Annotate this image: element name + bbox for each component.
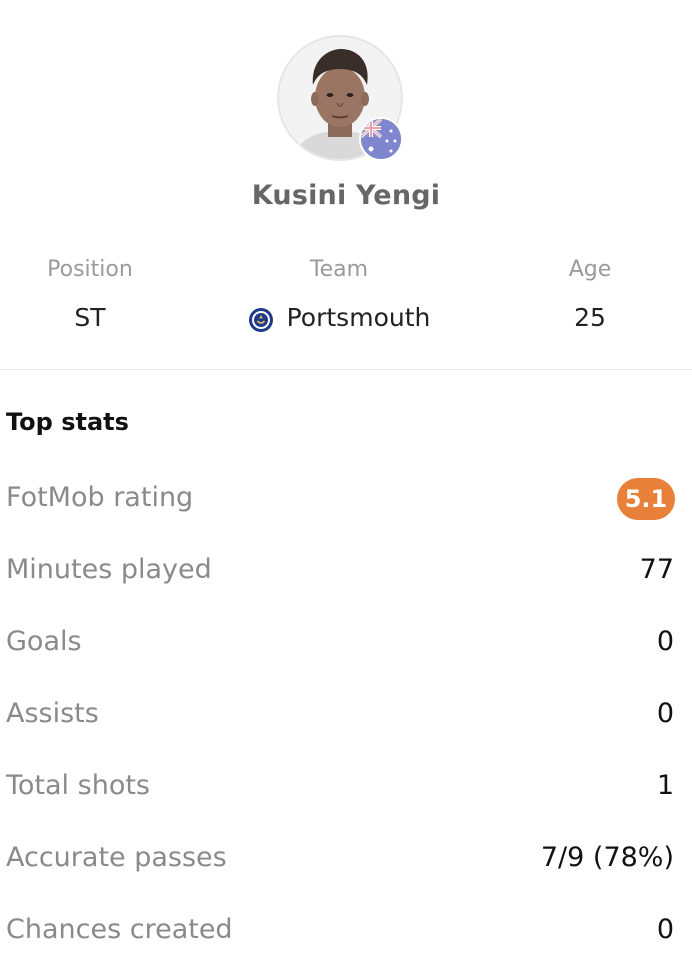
- portsmouth-crest-icon: [248, 305, 274, 332]
- stat-value: 0: [656, 626, 674, 657]
- australia-flag-icon: [359, 117, 403, 161]
- stat-row-goals: Goals 0: [0, 606, 692, 678]
- team-label: Team: [309, 257, 369, 282]
- age-value: 25: [574, 303, 606, 332]
- stat-row-fotmob-rating: FotMob rating 5.1: [0, 462, 692, 534]
- age-column: Age 25: [540, 252, 640, 338]
- player-name: Kusini Yengi: [251, 180, 441, 211]
- stat-value: 0: [656, 698, 674, 729]
- stat-value: 0: [656, 914, 674, 945]
- stat-label: Assists: [6, 698, 99, 729]
- team-column[interactable]: Team Portsmouth: [239, 252, 439, 338]
- stat-row-chances-created: Chances created 0: [0, 894, 692, 966]
- stat-label: Total shots: [6, 770, 150, 801]
- stat-row-minutes-played: Minutes played 77: [0, 534, 692, 606]
- stat-label: Minutes played: [6, 554, 212, 585]
- stat-row-total-shots: Total shots 1: [0, 750, 692, 822]
- stat-label: Accurate passes: [6, 842, 227, 873]
- age-label: Age: [568, 257, 612, 282]
- stat-value: 77: [639, 554, 674, 585]
- stat-row-accurate-passes: Accurate passes 7/9 (78%): [0, 822, 692, 894]
- stat-label: Chances created: [6, 914, 233, 945]
- rating-badge: 5.1: [617, 478, 675, 520]
- team-value-row[interactable]: Portsmouth: [239, 298, 439, 338]
- position-label: Position: [47, 257, 133, 282]
- position-value: ST: [74, 303, 106, 332]
- stat-value: 1: [656, 770, 674, 801]
- stat-label: FotMob rating: [6, 482, 194, 513]
- player-info-row: Position ST Team Portsmouth Age 25: [0, 252, 692, 342]
- player-avatar[interactable]: [277, 35, 403, 161]
- top-stats-list: FotMob rating 5.1 Minutes played 77 Goal…: [0, 462, 692, 966]
- stat-row-assists: Assists 0: [0, 678, 692, 750]
- team-name[interactable]: Portsmouth: [287, 298, 431, 338]
- top-stats-title: Top stats: [6, 408, 129, 436]
- section-divider: [0, 369, 692, 370]
- position-column: Position ST: [40, 252, 140, 338]
- stat-value: 7/9 (78%): [540, 842, 674, 873]
- stat-label: Goals: [6, 626, 82, 657]
